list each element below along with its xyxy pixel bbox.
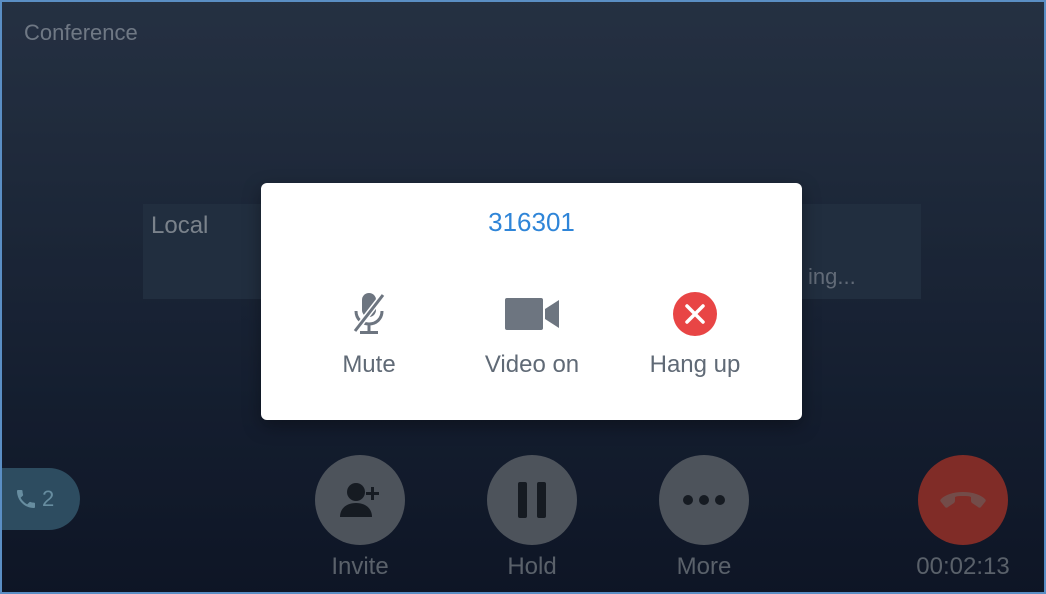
video-camera-icon bbox=[505, 298, 559, 330]
dialog-title-number: 316301 bbox=[488, 207, 575, 237]
mute-button[interactable]: Mute bbox=[299, 291, 439, 391]
mic-off-icon bbox=[352, 293, 386, 334]
video-on-label: Video on bbox=[484, 351, 580, 378]
hang-up-button[interactable]: Hang up bbox=[625, 291, 765, 391]
close-circle-icon bbox=[673, 292, 717, 336]
hang-up-label: Hang up bbox=[649, 351, 741, 378]
mute-label: Mute bbox=[342, 351, 396, 378]
call-options-dialog: 316301 Mute Video on Hang up bbox=[261, 183, 802, 420]
video-on-button[interactable]: Video on bbox=[462, 291, 602, 391]
call-screen: Conference Local ing... 2 Invite Hold Mo… bbox=[0, 0, 1046, 594]
